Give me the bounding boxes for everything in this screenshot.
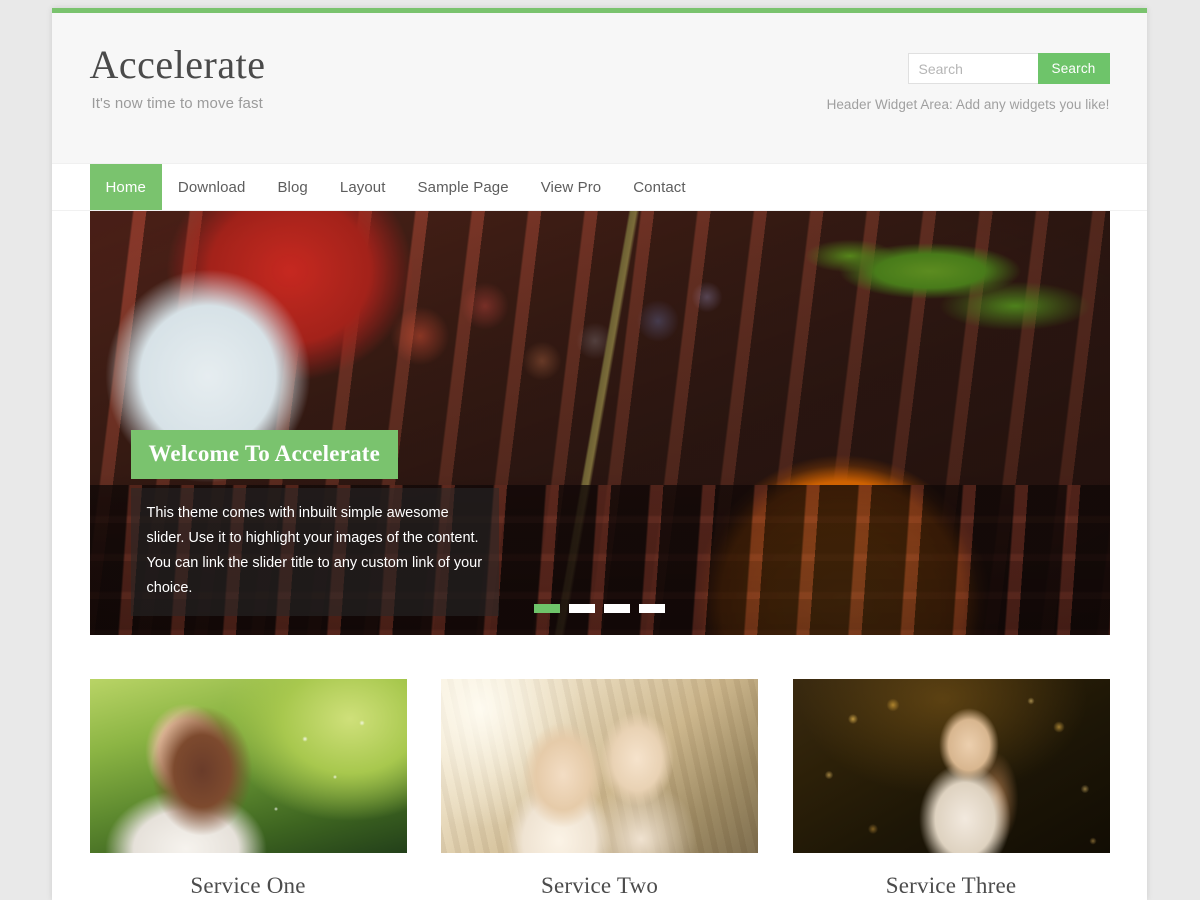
site-description: It's now time to move fast <box>91 95 263 112</box>
services-row: Service One Service Two Service Three <box>89 679 1110 899</box>
service-one-image[interactable] <box>89 679 407 853</box>
site-title[interactable]: Accelerate <box>90 43 266 87</box>
main-navigation: Home Download Blog Layout Sample Page Vi… <box>52 164 1147 211</box>
service-three-image[interactable] <box>792 679 1110 853</box>
nav-link-blog[interactable]: Blog <box>261 164 323 210</box>
service-box-two: Service Two <box>441 679 758 899</box>
nav-link-sample-page[interactable]: Sample Page <box>402 164 525 210</box>
nav-link-home[interactable]: Home <box>89 164 162 210</box>
header-widget-area: Search Header Widget Area: Add any widge… <box>827 53 1110 112</box>
featured-slider: Welcome To Accelerate This theme comes w… <box>89 211 1110 635</box>
site-header: Accelerate It's now time to move fast Se… <box>52 13 1147 164</box>
slider-pagination-dot-3[interactable] <box>604 604 630 613</box>
service-two-title[interactable]: Service Two <box>441 873 758 899</box>
site-branding: Accelerate It's now time to move fast <box>90 43 266 113</box>
slider-pagination-dot-1[interactable] <box>534 604 560 613</box>
nav-link-download[interactable]: Download <box>162 164 262 210</box>
nav-link-contact[interactable]: Contact <box>617 164 701 210</box>
nav-link-layout[interactable]: Layout <box>324 164 402 210</box>
search-form: Search <box>827 53 1110 84</box>
service-box-three: Service Three <box>792 679 1110 899</box>
slider-title[interactable]: Welcome To Accelerate <box>130 430 399 480</box>
slider-pagination-dot-2[interactable] <box>569 604 595 613</box>
slider-description: This theme comes with inbuilt simple awe… <box>130 488 499 617</box>
nav-item-home[interactable]: Home <box>89 164 162 210</box>
search-input[interactable] <box>907 53 1038 84</box>
slider-pagination-dot-4[interactable] <box>639 604 665 613</box>
nav-inner: Home Download Blog Layout Sample Page Vi… <box>89 164 1110 210</box>
nav-item-contact[interactable]: Contact <box>617 164 701 210</box>
service-two-image[interactable] <box>441 679 758 853</box>
service-three-title[interactable]: Service Three <box>793 873 1110 899</box>
service-box-one: Service One <box>89 679 407 899</box>
nav-link-view-pro[interactable]: View Pro <box>525 164 618 210</box>
nav-item-download[interactable]: Download <box>162 164 262 210</box>
page-wrapper: Accelerate It's now time to move fast Se… <box>0 0 1200 900</box>
site-container: Accelerate It's now time to move fast Se… <box>52 8 1147 900</box>
header-inner: Accelerate It's now time to move fast Se… <box>90 13 1110 163</box>
search-submit-button[interactable]: Search <box>1037 53 1110 84</box>
slider-caption: Welcome To Accelerate This theme comes w… <box>130 430 521 617</box>
nav-item-sample-page[interactable]: Sample Page <box>402 164 525 210</box>
nav-item-view-pro[interactable]: View Pro <box>525 164 618 210</box>
slider-pagination <box>90 604 1110 613</box>
nav-item-blog[interactable]: Blog <box>261 164 323 210</box>
nav-menu: Home Download Blog Layout Sample Page Vi… <box>89 164 1110 210</box>
header-widget-text: Header Widget Area: Add any widgets you … <box>826 97 1110 112</box>
nav-item-layout[interactable]: Layout <box>324 164 402 210</box>
services-section: Service One Service Two Service Three <box>89 635 1110 899</box>
service-one-title[interactable]: Service One <box>90 873 407 899</box>
